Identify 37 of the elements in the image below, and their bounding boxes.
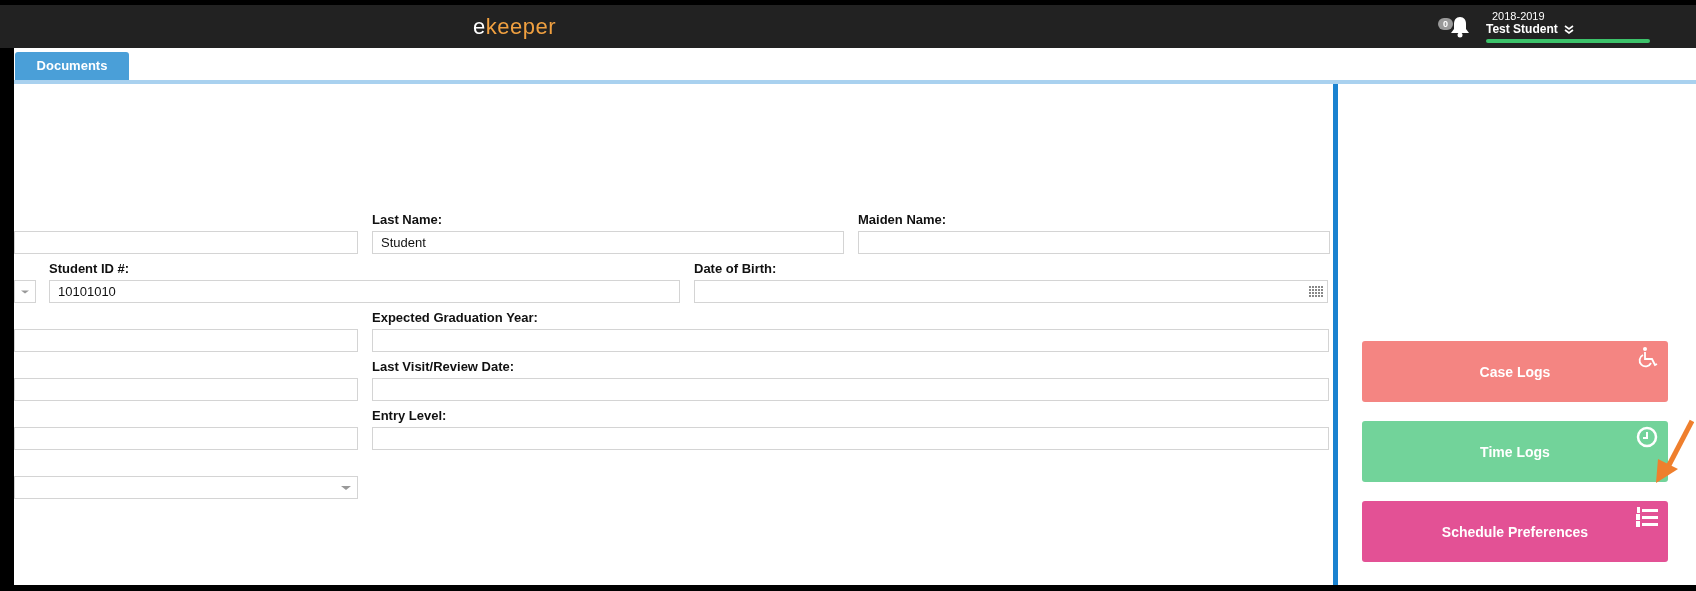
input-field[interactable] xyxy=(372,378,1329,401)
input-field[interactable] xyxy=(372,427,1329,450)
notification-badge: 0 xyxy=(1438,17,1453,30)
action-button[interactable]: Schedule Preferences xyxy=(1362,501,1668,562)
user-name[interactable]: Test Student xyxy=(1486,22,1558,36)
field-label: Student ID #: xyxy=(49,260,131,277)
school-year: 2018-2019 xyxy=(1492,10,1546,22)
field-label: Expected Graduation Year: xyxy=(372,309,539,326)
action-button[interactable]: Case Logs xyxy=(1362,341,1668,402)
field-label: Entry Level: xyxy=(372,407,448,424)
pointer-arrow xyxy=(1654,419,1694,485)
date-field[interactable] xyxy=(694,280,1328,303)
input-field[interactable] xyxy=(14,329,358,352)
action-button[interactable]: Time Logs xyxy=(1362,421,1668,482)
caret-icon xyxy=(21,289,29,294)
bell-icon xyxy=(1448,14,1472,39)
input-field[interactable] xyxy=(372,329,1329,352)
field-label: Last Name: xyxy=(372,211,444,228)
input-field[interactable] xyxy=(14,378,358,401)
logo: ekeeper xyxy=(473,14,557,40)
input-field[interactable] xyxy=(14,231,358,254)
field-label: Last Visit/Review Date: xyxy=(372,358,516,375)
field-label: Date of Birth: xyxy=(694,260,778,277)
chevron-icon xyxy=(1563,24,1574,34)
numbered-list-icon xyxy=(1636,506,1658,528)
input-field[interactable]: Student xyxy=(372,231,844,254)
caret-icon xyxy=(341,485,351,490)
dropdown[interactable] xyxy=(14,280,36,303)
wheelchair-icon xyxy=(1636,346,1658,368)
dropdown[interactable] xyxy=(14,476,358,499)
tab[interactable]: Documents xyxy=(15,52,129,80)
input-field[interactable] xyxy=(14,427,358,450)
input-field[interactable] xyxy=(858,231,1330,254)
clock-icon xyxy=(1636,426,1658,448)
input-field[interactable]: 10101010 xyxy=(49,280,680,303)
field-label: Maiden Name: xyxy=(858,211,948,228)
calendar-icon xyxy=(1309,286,1323,297)
